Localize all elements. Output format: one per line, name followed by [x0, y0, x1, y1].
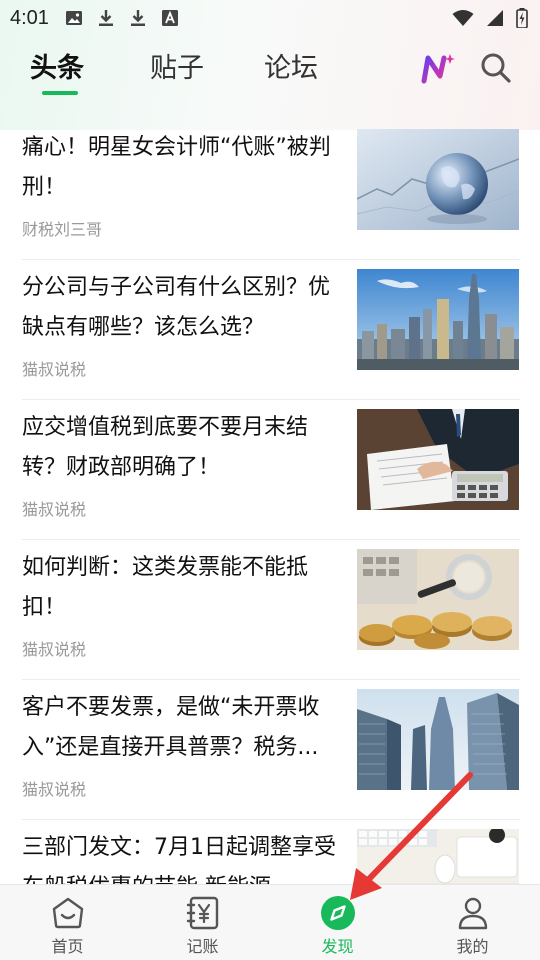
tab-posts[interactable]: 贴子: [150, 46, 204, 85]
header-tabs: 头条 贴子 论坛: [0, 40, 540, 100]
article-item[interactable]: 客户不要发票，是做“未开票收入”还是直接开具普票？税务... 猫叔说税: [22, 680, 520, 820]
article-title: 客户不要发票，是做“未开票收入”还是直接开具普票？税务...: [22, 695, 320, 760]
status-bar: 4:01: [0, 0, 540, 36]
article-item[interactable]: 应交增值税到底要不要月末结转？财政部明确了！ 猫叔说税: [22, 400, 520, 540]
image-icon: [65, 11, 82, 25]
download-icon: [98, 10, 113, 26]
article-title: 应交增值税到底要不要月末结转？财政部明确了！: [22, 415, 309, 480]
article-thumbnail[interactable]: [357, 549, 519, 650]
article-feed: 痛心！明星女会计师“代账”被判刑！ 财税刘三哥 分公司与子公司有什么区别？优缺点…: [0, 120, 540, 960]
article-item[interactable]: 如何判断：这类发票能不能抵扣！ 猫叔说税: [22, 540, 520, 680]
article-thumbnail[interactable]: [357, 689, 519, 790]
article-thumbnail[interactable]: [357, 409, 519, 510]
nav-home-label: 首页: [51, 937, 84, 956]
battery-charging-icon: [516, 8, 528, 28]
ledger-yuan-icon: [186, 896, 218, 930]
nav-home[interactable]: 首页: [0, 885, 135, 960]
article-source: 猫叔说税: [22, 360, 87, 379]
nav-profile[interactable]: 我的: [405, 885, 540, 960]
nav-discover[interactable]: 发现: [270, 885, 405, 960]
city-skyline-icon: [357, 269, 519, 370]
bottom-navigation: 首页 记账 发现 我的: [0, 884, 540, 960]
article-thumbnail[interactable]: [357, 129, 519, 230]
user-icon: [458, 897, 487, 930]
globe-on-chart-icon: [357, 129, 519, 230]
article-thumbnail[interactable]: [357, 269, 519, 370]
skyscrapers-icon: [357, 689, 519, 790]
accountant-calculator-icon: [357, 409, 519, 510]
nav-profile-label: 我的: [456, 937, 489, 956]
article-item[interactable]: 痛心！明星女会计师“代账”被判刑！ 财税刘三哥: [22, 120, 520, 260]
nav-ledger[interactable]: 记账: [135, 885, 270, 960]
coins-magnifier-icon: [357, 549, 519, 650]
article-source: 财税刘三哥: [22, 220, 103, 239]
signal-icon: [487, 10, 503, 26]
article-source: 猫叔说税: [22, 500, 87, 519]
download-icon: [130, 10, 145, 26]
article-source: 猫叔说税: [22, 640, 87, 659]
status-time: 4:01: [10, 6, 49, 29]
article-title: 如何判断：这类发票能不能抵扣！: [22, 555, 309, 620]
active-tab-indicator: [42, 91, 78, 95]
tab-headlines[interactable]: 头条: [30, 46, 84, 85]
ai-logo-icon[interactable]: [420, 50, 456, 86]
article-title: 痛心！明星女会计师“代账”被判刑！: [22, 135, 331, 200]
font-icon: [161, 10, 178, 26]
wifi-icon: [452, 10, 474, 26]
article-item[interactable]: 分公司与子公司有什么区别？优缺点有哪些？该怎么选？ 猫叔说税: [22, 260, 520, 400]
nav-discover-label: 发现: [321, 937, 354, 956]
search-icon[interactable]: [478, 50, 514, 86]
article-title: 分公司与子公司有什么区别？优缺点有哪些？该怎么选？: [22, 275, 331, 340]
tab-forum[interactable]: 论坛: [264, 46, 318, 85]
home-icon: [52, 897, 83, 929]
article-source: 猫叔说税: [22, 780, 87, 799]
nav-ledger-label: 记账: [186, 937, 219, 956]
compass-icon: [320, 896, 355, 930]
